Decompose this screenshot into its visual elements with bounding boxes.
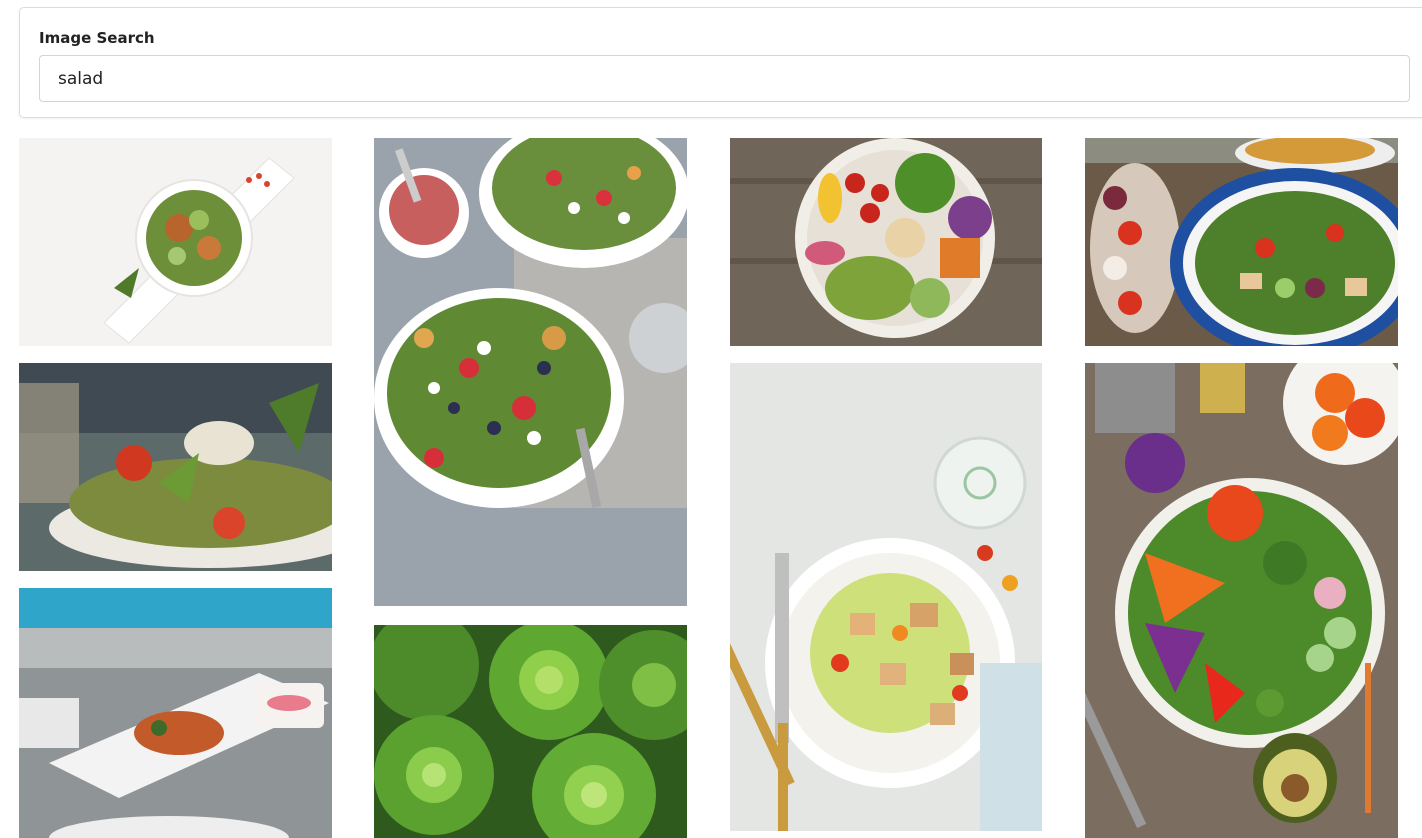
image-result-butter-lettuce-heads[interactable] <box>374 625 687 838</box>
image-icon <box>374 625 687 838</box>
image-icon <box>19 363 332 571</box>
image-result-berry-salad-bowls-with-dressing[interactable] <box>374 138 687 606</box>
image-icon <box>730 363 1042 831</box>
image-search-label: Image Search <box>39 29 155 47</box>
image-icon <box>1085 138 1398 346</box>
image-icon <box>374 138 687 606</box>
image-icon <box>19 138 332 346</box>
image-icon <box>19 588 332 838</box>
image-search-card: Image Search <box>19 7 1422 118</box>
image-icon <box>1085 363 1398 838</box>
image-result-blue-striped-bowl-salad[interactable] <box>1085 138 1398 346</box>
image-result-salad-bowl-on-white-board[interactable] <box>19 138 332 346</box>
image-result-arugula-salad-side-view[interactable] <box>19 363 332 571</box>
image-result-veggie-buddha-bowl-on-wood[interactable] <box>730 138 1042 346</box>
image-icon <box>730 138 1042 346</box>
image-result-plated-salad-blurred-pool[interactable] <box>19 588 332 838</box>
image-result-caesar-salad-with-cutlery[interactable] <box>730 363 1042 831</box>
search-input[interactable] <box>39 55 1410 102</box>
image-result-rainbow-salad-with-avocado[interactable] <box>1085 363 1398 838</box>
